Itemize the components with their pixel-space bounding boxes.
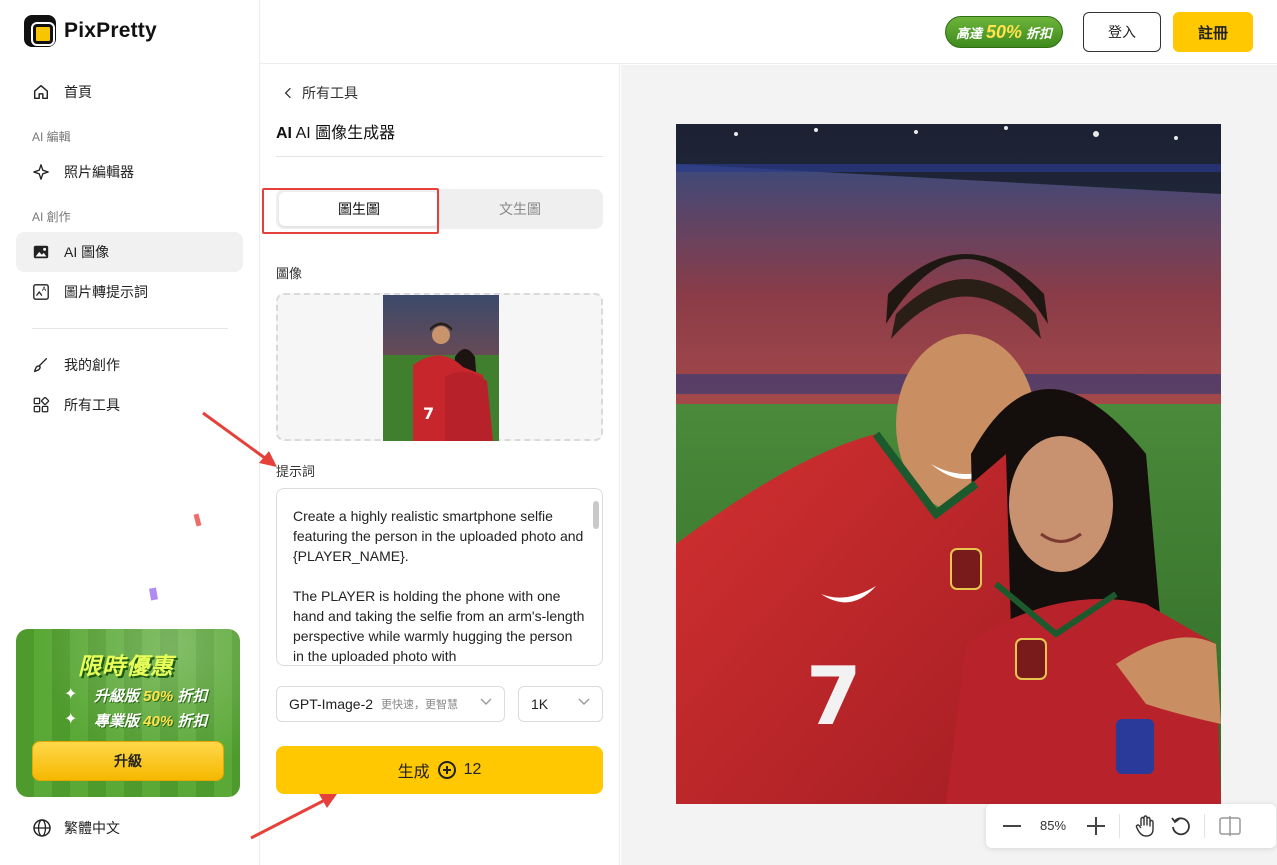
home-icon: [33, 84, 49, 100]
image-text-icon: A: [33, 284, 49, 300]
language-selector[interactable]: 繁體中文: [32, 818, 120, 838]
zoom-toolbar: 85%: [986, 804, 1276, 848]
resolution-select[interactable]: 1K: [518, 686, 603, 722]
chevron-down-icon: [578, 698, 590, 705]
upgrade-button[interactable]: 升級: [32, 741, 224, 781]
model-select[interactable]: GPT-Image-2 更快速，更智慧: [276, 686, 505, 722]
model-description: 更快速，更智慧: [381, 699, 459, 711]
sidebar-item-ai-image[interactable]: AI 圖像: [16, 232, 243, 272]
grid-icon: [33, 396, 50, 413]
annotation-highlight-box: [262, 188, 439, 234]
sidebar-item-label: 照片編輯器: [64, 164, 134, 180]
sidebar-item-home[interactable]: 首頁: [16, 72, 243, 112]
brush-icon: [33, 358, 48, 373]
rotate-reset-icon[interactable]: [1170, 815, 1192, 837]
language-label: 繁體中文: [64, 820, 120, 836]
sidebar-item-all-tools[interactable]: 所有工具: [16, 385, 243, 425]
uploaded-image-thumbnail: 7: [383, 295, 499, 441]
sidebar-divider: [32, 328, 228, 329]
confetti-decoration: [193, 513, 202, 527]
back-label: 所有工具: [302, 85, 358, 101]
brand-name: PixPretty: [64, 19, 157, 42]
globe-icon: [33, 819, 51, 837]
toolbar-divider: [1119, 814, 1120, 838]
thumbnail-image: 7: [383, 295, 499, 441]
chevron-left-icon: [284, 87, 291, 99]
tab-text-to-image[interactable]: 文生圖: [440, 192, 600, 226]
panel-divider: [276, 156, 603, 157]
back-link[interactable]: 所有工具: [284, 83, 358, 103]
generate-label: 生成: [397, 764, 430, 781]
tool-panel: 所有工具 AI AI 圖像生成器 圖生圖 文生圖 圖像 7 提示詞 Create…: [260, 64, 620, 865]
sidebar: PixPretty 首頁 AI 編輯 照片編輯器 AI 創作 AI 圖像 A 圖…: [0, 0, 260, 865]
signup-button[interactable]: 註冊: [1173, 12, 1253, 52]
chevron-down-icon: [480, 698, 492, 705]
page-title: AI AI 圖像生成器: [276, 125, 396, 142]
sparkle-icon: ✦: [64, 711, 78, 728]
prompt-textarea[interactable]: Create a highly realistic smartphone sel…: [276, 488, 603, 666]
sparkle-icon: ✦: [64, 686, 78, 703]
zoom-out-icon[interactable]: [1003, 825, 1021, 827]
image-label: 圖像: [276, 266, 303, 281]
prompt-scrollbar[interactable]: [593, 501, 599, 529]
model-name: GPT-Image-2: [289, 696, 374, 712]
hand-pan-icon[interactable]: [1135, 815, 1155, 837]
sidebar-item-label: 所有工具: [64, 397, 120, 413]
section-label-ai-edit: AI 編輯: [32, 130, 71, 144]
sidebar-item-my-creations[interactable]: 我的創作: [16, 345, 243, 385]
credit-count: 12: [463, 761, 482, 778]
image-upload-area[interactable]: 7: [276, 293, 603, 441]
sparkle-edit-icon: [33, 164, 49, 180]
sidebar-item-label: 首頁: [64, 84, 92, 100]
generated-photo: 7: [676, 124, 1221, 804]
image-icon: [33, 245, 49, 259]
zoom-level: 85%: [1040, 818, 1067, 833]
page-title-text: AI 圖像生成器: [295, 125, 396, 142]
toolbar-divider: [1204, 814, 1205, 838]
promo-card: 限時優惠 ✦ 升級版 50% 折扣 ✦ 專業版 40% 折扣 升級: [16, 629, 240, 797]
generate-button[interactable]: 生成 12: [276, 746, 603, 794]
promo-title: 限時優惠: [78, 653, 174, 679]
sidebar-item-image-to-prompt[interactable]: A 圖片轉提示詞: [16, 272, 243, 312]
prompt-text: Create a highly realistic smartphone sel…: [293, 508, 585, 664]
preview-area: 7 85%: [621, 65, 1277, 865]
zoom-in-icon[interactable]: [1087, 817, 1105, 835]
sidebar-item-label: 圖片轉提示詞: [64, 284, 148, 300]
logo-icon: [24, 15, 56, 47]
resolution-value: 1K: [531, 696, 549, 712]
promo-line-pro: 專業版 40% 折扣: [94, 713, 208, 730]
credit-plus-icon: [437, 761, 456, 779]
generated-image[interactable]: 7: [676, 124, 1221, 804]
svg-text:A: A: [42, 286, 47, 293]
prompt-label: 提示詞: [276, 464, 316, 479]
sidebar-item-label: 我的創作: [64, 357, 120, 373]
svg-text:7: 7: [806, 650, 862, 743]
login-button[interactable]: 登入: [1083, 12, 1161, 52]
sidebar-item-label: AI 圖像: [64, 244, 110, 260]
logo[interactable]: PixPretty: [24, 15, 157, 47]
sidebar-item-photo-editor[interactable]: 照片編輯器: [16, 152, 243, 192]
compare-split-icon[interactable]: [1219, 816, 1241, 836]
top-header: 高達 50% 折扣 登入 註冊: [260, 0, 1277, 64]
discount-badge[interactable]: 高達 50% 折扣: [945, 16, 1063, 48]
promo-line-upgrade: 升級版 50% 折扣: [94, 688, 208, 705]
section-label-ai-create: AI 創作: [32, 210, 71, 224]
svg-text:7: 7: [423, 404, 434, 423]
confetti-decoration: [149, 587, 158, 601]
